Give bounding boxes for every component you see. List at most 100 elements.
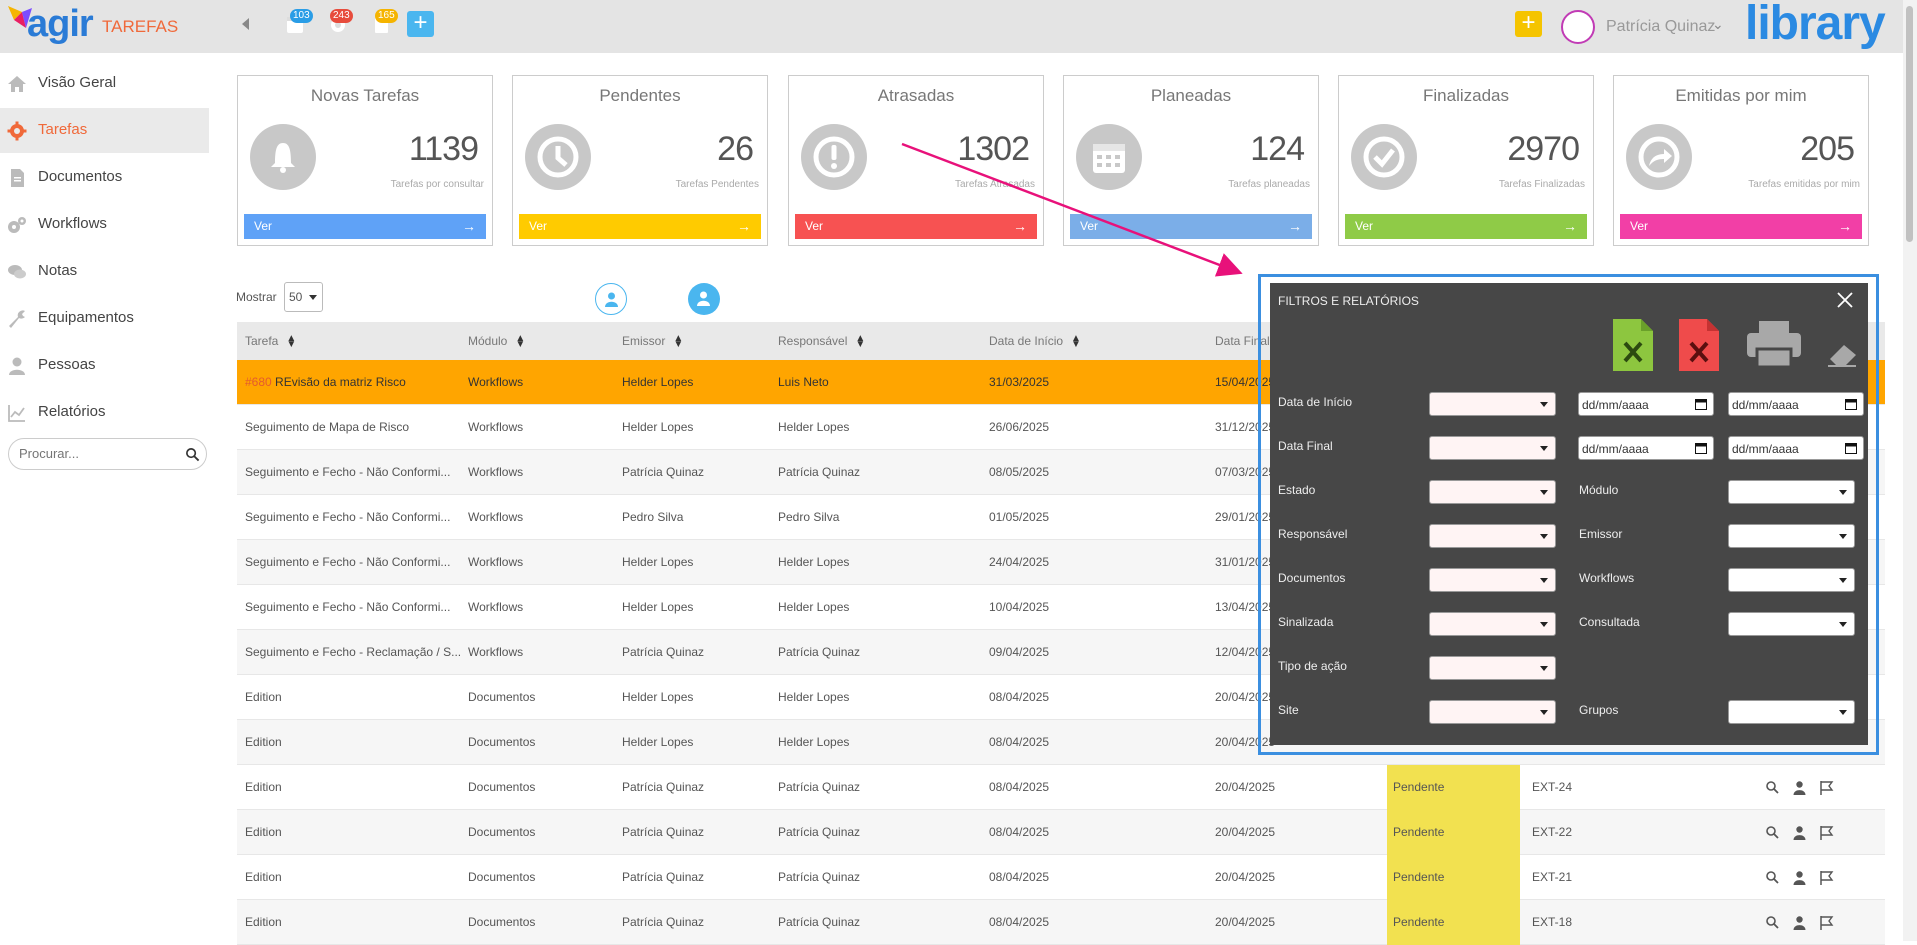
pdf-export-icon[interactable]: [1679, 319, 1719, 371]
search-icon[interactable]: [1765, 780, 1780, 795]
user-name[interactable]: Patrícia Quinaz: [1606, 18, 1715, 36]
emissor-select[interactable]: [1728, 524, 1855, 548]
scrollbar-thumb[interactable]: [1906, 6, 1913, 242]
page-scrollbar[interactable]: [1903, 0, 1917, 941]
sidebar-item-visao-geral[interactable]: Visão Geral: [0, 61, 209, 106]
data-final-operator-select[interactable]: [1429, 436, 1556, 460]
ver-button[interactable]: Ver →: [1345, 214, 1587, 239]
ver-button[interactable]: Ver →: [1620, 214, 1862, 239]
column-header-responsavel[interactable]: Responsável ▲ ▼: [778, 333, 865, 349]
sidebar-item-documentos[interactable]: Documentos: [0, 155, 209, 200]
card-subtitle: Tarefas Pendentes: [675, 179, 759, 190]
cell-responsavel: Helder Lopes: [778, 600, 850, 614]
status-badge: Pendente: [1387, 900, 1520, 945]
sidebar-item-tarefas[interactable]: Tarefas: [0, 108, 209, 153]
card-subtitle: Tarefas planeadas: [1228, 179, 1310, 190]
cell-tarefa: Edition: [245, 690, 282, 704]
workflows-select[interactable]: [1728, 568, 1855, 592]
cell-modulo: Workflows: [468, 555, 524, 569]
search-icon[interactable]: [1765, 870, 1780, 885]
print-icon[interactable]: [1747, 321, 1801, 367]
data-inicio-operator-select[interactable]: [1429, 392, 1556, 416]
user-icon[interactable]: [1792, 870, 1807, 885]
ver-button[interactable]: Ver →: [1070, 214, 1312, 239]
flag-icon[interactable]: [1819, 915, 1834, 930]
sidebar-item-relatorios[interactable]: Relatórios: [0, 390, 209, 435]
responsavel-select[interactable]: [1429, 524, 1556, 548]
table-row[interactable]: Edition Documentos Patrícia Quinaz Patrícia…: [237, 810, 1885, 855]
ver-button[interactable]: Ver →: [519, 214, 761, 239]
flag-icon[interactable]: [1819, 870, 1834, 885]
tipo-acao-select[interactable]: [1429, 656, 1556, 680]
add-button[interactable]: +: [407, 11, 434, 37]
table-row[interactable]: Edition Documentos Patrícia Quinaz Patrícia…: [237, 765, 1885, 810]
quick-add-button[interactable]: +: [1515, 11, 1542, 37]
table-row[interactable]: Edition Documentos Patrícia Quinaz Patrícia…: [237, 900, 1885, 945]
my-tasks-filter-button[interactable]: [595, 283, 627, 315]
site-select[interactable]: [1429, 700, 1556, 724]
top-bar: agir TAREFAS 103 243 165 + + Patrícia Qu…: [0, 0, 1917, 53]
user-icon: [605, 292, 618, 307]
avatar[interactable]: [1561, 10, 1595, 44]
data-inicio-to-field[interactable]: dd/mm/aaaa: [1728, 392, 1864, 416]
user-icon[interactable]: [1792, 780, 1807, 795]
search-icon[interactable]: [185, 447, 200, 462]
chevron-down-icon[interactable]: ⌄: [1712, 16, 1724, 33]
sidebar-item-workflows[interactable]: Workflows: [0, 202, 209, 247]
library-logo: library: [1745, 0, 1886, 50]
page-size-select[interactable]: 50: [284, 282, 323, 312]
flag-icon[interactable]: [1819, 780, 1834, 795]
cell-modulo: Workflows: [468, 375, 524, 389]
cell-inicio: 08/04/2025: [989, 735, 1050, 749]
estado-select[interactable]: [1429, 480, 1556, 504]
column-header-tarefa[interactable]: Tarefa ▲ ▼: [245, 333, 296, 349]
card-title: Finalizadas: [1423, 86, 1509, 105]
column-header-modulo[interactable]: Módulo ▲ ▼: [468, 333, 525, 349]
column-header-data-inicio[interactable]: Data de Início ▲ ▼: [989, 333, 1081, 349]
sidebar-item-notas[interactable]: Notas: [0, 249, 209, 294]
arrow-right-icon: →: [462, 218, 476, 234]
card-title: Novas Tarefas: [310, 86, 420, 105]
cell-tarefa: Seguimento e Fecho - Não Conformi...: [245, 555, 451, 569]
consultada-select[interactable]: [1728, 612, 1855, 636]
search-icon[interactable]: [1765, 915, 1780, 930]
user-icon[interactable]: [1792, 825, 1807, 840]
flag-icon[interactable]: [1819, 825, 1834, 840]
close-icon[interactable]: [1836, 291, 1854, 309]
data-final-to-field[interactable]: dd/mm/aaaa: [1728, 436, 1864, 460]
cell-modulo: Documentos: [468, 870, 536, 884]
excel-export-icon[interactable]: [1613, 319, 1653, 371]
search-icon[interactable]: [1765, 825, 1780, 840]
sinalizada-select[interactable]: [1429, 612, 1556, 636]
card-count: 26: [717, 130, 754, 168]
card-novas-tarefas: Novas Tarefas 1139 Tarefas por consultar…: [237, 75, 493, 246]
ver-button[interactable]: Ver →: [244, 214, 486, 239]
eraser-icon[interactable]: [1826, 341, 1858, 367]
check-icon: [1363, 136, 1405, 178]
share-arrow-icon: [1638, 136, 1680, 178]
collapse-sidebar-icon[interactable]: [242, 18, 249, 30]
user-icon[interactable]: [1792, 915, 1807, 930]
sidebar-item-label: Equipamentos: [38, 309, 134, 326]
cell-responsavel: Patrícia Quinaz: [778, 465, 861, 479]
sidebar-item-pessoas[interactable]: Pessoas: [0, 343, 209, 388]
team-tasks-filter-button[interactable]: [688, 283, 720, 315]
filter-label-consultada: Consultada: [1579, 615, 1640, 629]
filter-label-data-final: Data Final: [1278, 439, 1333, 453]
ver-button[interactable]: Ver →: [795, 214, 1037, 239]
brand-logo-text[interactable]: agir: [27, 3, 94, 46]
documentos-select[interactable]: [1429, 568, 1556, 592]
filter-panel-title: FILTROS E RELATÓRIOS: [1278, 294, 1419, 308]
grupos-select[interactable]: [1728, 700, 1855, 724]
cell-inicio: 09/04/2025: [989, 645, 1050, 659]
cell-inicio: 08/05/2025: [989, 465, 1050, 479]
modulo-select[interactable]: [1728, 480, 1855, 504]
search-input[interactable]: [19, 446, 179, 461]
wrench-icon: [9, 310, 25, 328]
cell-tarefa: Edition: [245, 915, 282, 929]
data-final-from-field[interactable]: dd/mm/aaaa: [1578, 436, 1714, 460]
data-inicio-from-field[interactable]: dd/mm/aaaa: [1578, 392, 1714, 416]
column-header-emissor[interactable]: Emissor ▲ ▼: [622, 333, 683, 349]
sidebar-item-equipamentos[interactable]: Equipamentos: [0, 296, 209, 341]
table-row[interactable]: Edition Documentos Patrícia Quinaz Patrícia…: [237, 855, 1885, 900]
